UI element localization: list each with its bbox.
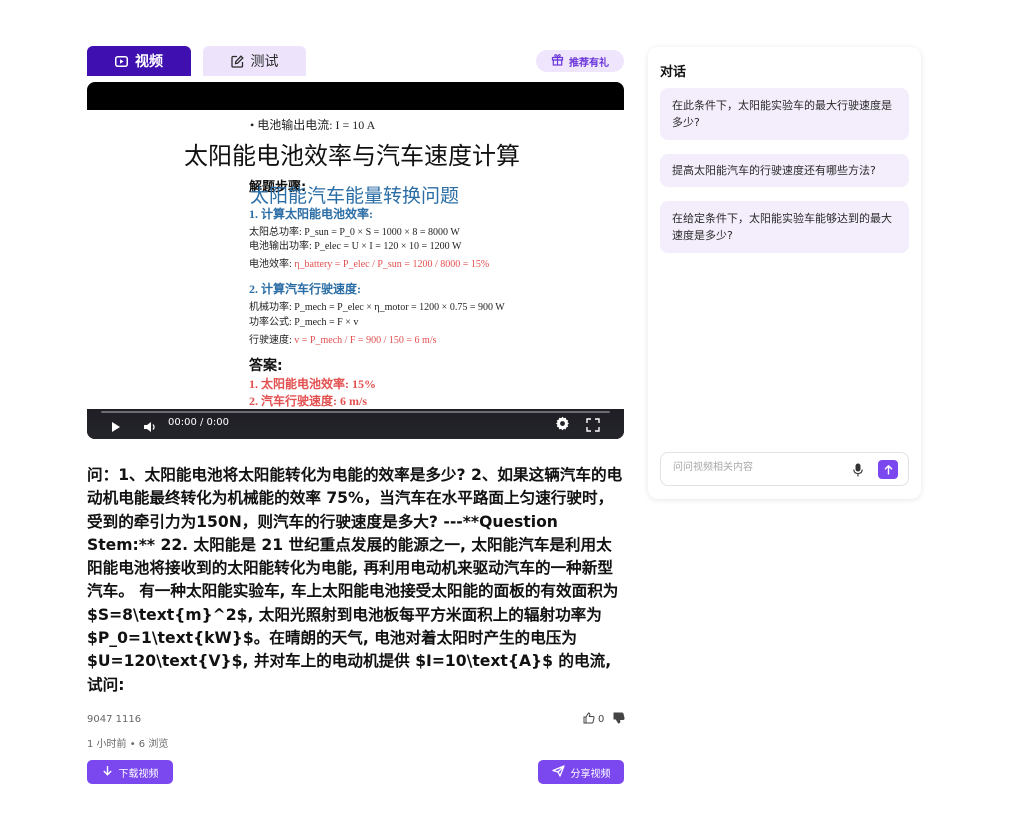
video-icon [115,55,128,67]
chat-title: 对话 [660,65,687,80]
download-label: 下载视频 [118,768,159,780]
promo-label: 推荐有礼 [569,57,609,69]
arrow-up-icon [884,460,893,479]
video-frame: • 电池输出电流: I = 10 A 太阳能电池效率与汽车速度计算 解题步骤: … [87,110,624,410]
slide-step1-title: 1. 计算太阳能电池效率: [249,207,373,221]
progress-bar[interactable] [101,411,610,413]
edit-icon [230,54,244,68]
tab-video-label: 视频 [135,54,163,70]
gear-icon[interactable] [555,416,570,435]
slide-step2-title: 2. 计算汽车行驶速度: [249,282,361,296]
send-icon [551,764,565,780]
slide-step1-line2: 电池输出功率: P_elec = U × I = 120 × 10 = 1200… [249,241,462,252]
time-and-views: 1 小时前 • 6 浏览 [87,739,169,750]
player-controls: 00:00 / 0:00 [87,409,624,439]
video-time: 00:00 / 0:00 [168,417,230,428]
microphone-icon[interactable] [853,462,863,481]
slide-bullet: • 电池输出电流: I = 10 A [250,118,376,132]
like-count: 0 [598,714,605,725]
slide-step2-line1: 机械功率: P_mech = P_elec × η_motor = 1200 ×… [249,302,505,313]
tab-video[interactable]: 视频 [87,46,191,76]
slide-step1-line3-label: 电池效率: [249,259,295,270]
slide-step1-line1: 太阳总功率: P_sun = P_0 × S = 1000 × 8 = 8000… [249,227,460,238]
volume-icon[interactable] [143,418,157,437]
slide-answer-2: 2. 汽车行驶速度: 6 m/s [249,394,367,408]
chat-input-box [660,452,909,486]
thumbs-up-icon[interactable] [583,712,595,727]
chat-panel: 对话 在此条件下，太阳能实验车的最大行驶速度是多少? 提高太阳能汽车的行驶速度还… [648,47,921,499]
slide-step1-line3: 电池效率: η_battery = P_elec / P_sun = 1200 … [249,255,489,270]
referral-reward-button[interactable]: 推荐有礼 [536,50,624,72]
thumbs-down-icon[interactable] [613,712,625,727]
tab-test[interactable]: 测试 [203,46,306,76]
slide-step2-formula: v = P_mech / F = 900 / 150 = 6 m/s [294,335,437,346]
slide-step2-line3-label: 行驶速度: [249,335,295,346]
slide-step2-line3: 行驶速度: v = P_mech / F = 900 / 150 = 6 m/s [249,331,436,346]
suggestion-item[interactable]: 在给定条件下，太阳能实验车能够达到的最大速度是多少? [660,201,909,253]
suggestion-item[interactable]: 提高太阳能汽车的行驶速度还有哪些方法? [660,154,909,187]
play-icon[interactable] [111,418,121,437]
slide-answer-label: 答案: [249,358,283,374]
question-text: 问：1、太阳能电池将太阳能转化为电能的效率是多少? 2、如果这辆汽车的电动机电能… [87,466,623,694]
fullscreen-icon[interactable] [586,417,600,436]
share-label: 分享视频 [570,768,611,780]
vote-controls: 0 [583,712,625,727]
tab-test-label: 测试 [250,54,279,70]
slide-step2-line2: 功率公式: P_mech = F × v [249,317,359,328]
video-id: 9047 1116 [87,714,142,725]
slide-title: 太阳能电池效率与汽车速度计算 [184,142,520,170]
slide-subtitle: 太阳能汽车能量转换问题 [250,185,460,207]
share-video-button[interactable]: 分享视频 [538,760,624,784]
video-player[interactable]: • 电池输出电流: I = 10 A 太阳能电池效率与汽车速度计算 解题步骤: … [87,82,624,439]
download-video-button[interactable]: 下载视频 [87,760,173,784]
gift-icon [551,53,564,69]
slide-step1-formula: η_battery = P_elec / P_sun = 1200 / 8000… [294,259,490,270]
suggestion-item[interactable]: 在此条件下，太阳能实验车的最大行驶速度是多少? [660,88,909,140]
slide-answer-1: 1. 太阳能电池效率: 15% [249,377,376,391]
send-button[interactable] [878,460,898,479]
chat-input[interactable] [671,461,845,474]
arrow-down-icon [102,765,113,779]
